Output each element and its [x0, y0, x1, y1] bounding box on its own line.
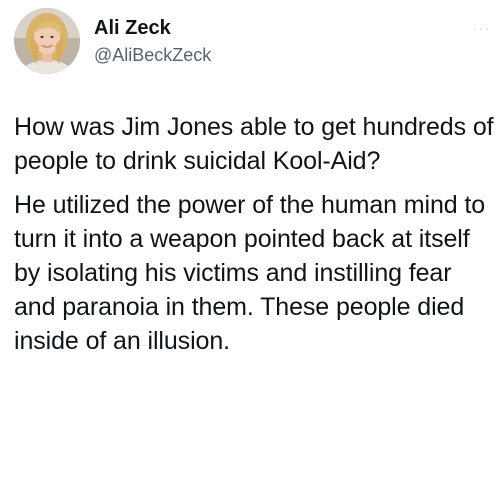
avatar[interactable]	[14, 8, 80, 74]
tweet-card: Ali Zeck @AliBeckZeck ··· How was Jim Jo…	[0, 0, 500, 491]
tweet-body: How was Jim Jones able to get hundreds o…	[14, 110, 494, 368]
display-name[interactable]: Ali Zeck	[94, 16, 171, 40]
tweet-paragraph: He utilized the power of the human mind …	[14, 191, 486, 355]
more-dots-icon[interactable]: ···	[473, 20, 490, 36]
avatar-image	[14, 8, 80, 74]
user-handle[interactable]: @AliBeckZeck	[94, 44, 211, 66]
tweet-paragraph: How was Jim Jones able to get hundreds o…	[14, 113, 494, 175]
